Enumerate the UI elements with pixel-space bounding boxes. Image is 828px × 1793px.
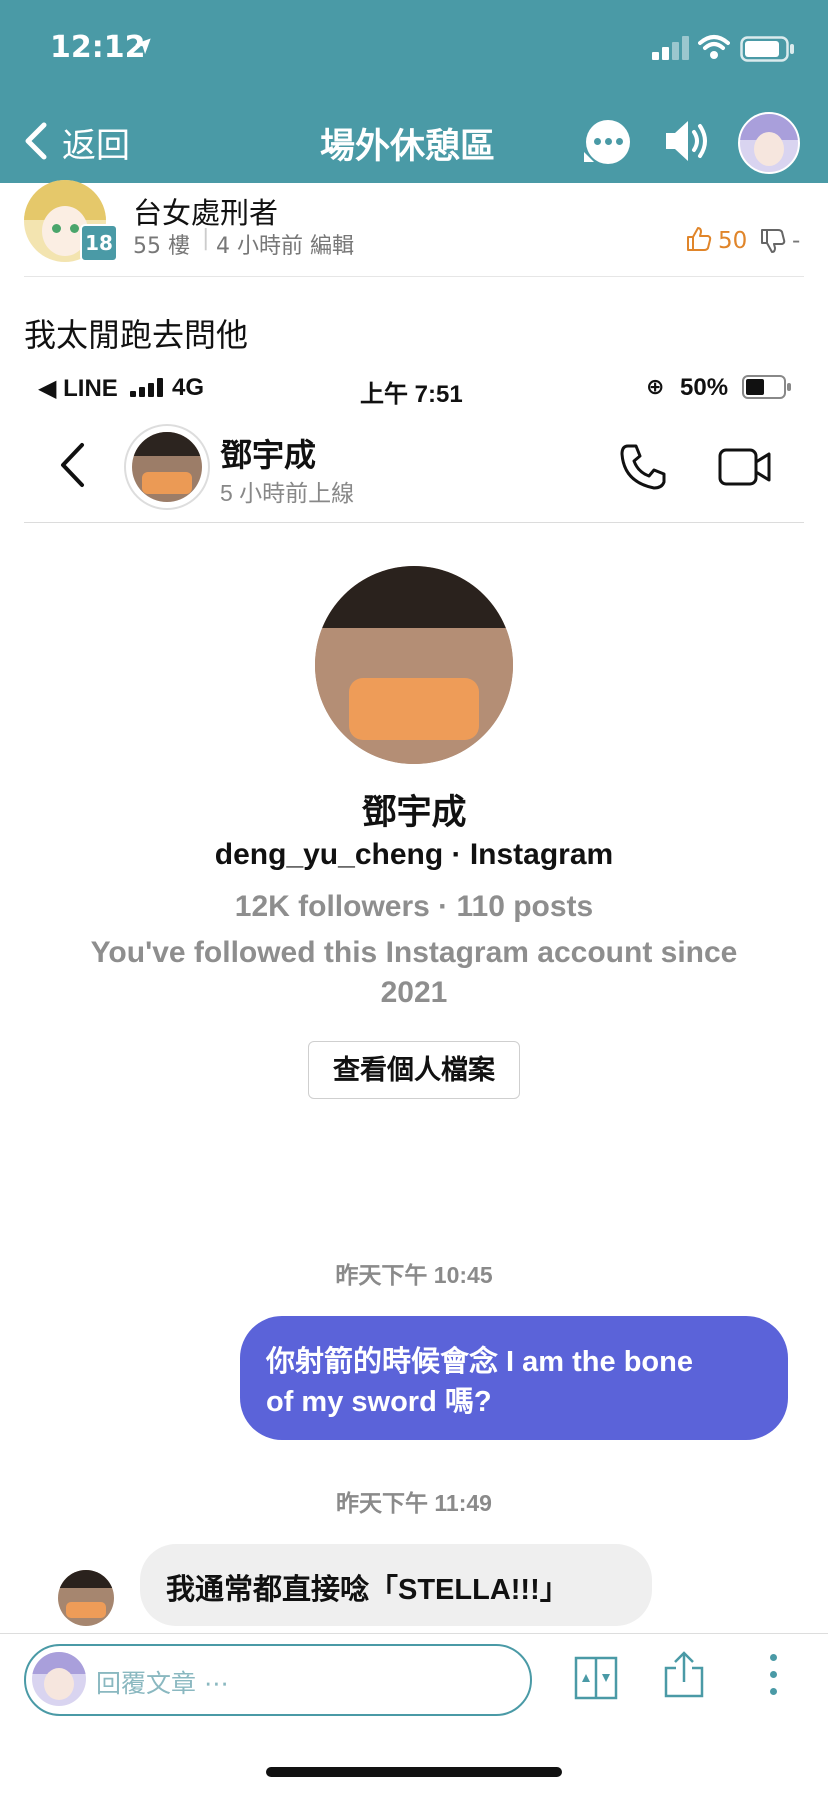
reply-input[interactable]: 回覆文章 ⋯ bbox=[24, 1644, 532, 1716]
message-timestamp: 昨天下午 10:45 bbox=[335, 1262, 493, 1288]
incoming-message-bubble[interactable]: 我通常都直接唸「STELLA!!!」 bbox=[140, 1544, 652, 1626]
contact-name: 鄧宇成 bbox=[220, 437, 317, 473]
home-indicator[interactable] bbox=[266, 1767, 562, 1777]
speaker-icon[interactable] bbox=[664, 118, 712, 164]
outgoing-message-bubble[interactable]: 你射箭的時候會念 I am the bone of my sword 嗎? bbox=[240, 1316, 788, 1440]
contact-avatar bbox=[132, 432, 202, 502]
avatar-mask bbox=[142, 472, 192, 494]
contact-last-seen: 5 小時前上線 bbox=[220, 480, 355, 506]
signal-icon bbox=[130, 377, 164, 397]
thumbs-down-icon[interactable] bbox=[760, 228, 786, 254]
author-avatar-eye bbox=[70, 224, 79, 233]
back-chevron-icon bbox=[25, 122, 47, 160]
inner-battery-text: 50% bbox=[680, 374, 729, 401]
floor-number: 55 樓 bbox=[133, 234, 190, 259]
user-avatar bbox=[32, 1652, 86, 1706]
author-avatar-eye bbox=[52, 224, 61, 233]
chat-bubble-tail bbox=[584, 152, 594, 162]
inner-time: 上午 7:51 bbox=[360, 381, 463, 408]
like-count: 50 bbox=[718, 228, 748, 254]
contact-avatar-ring[interactable] bbox=[124, 424, 210, 510]
post-body-text: 我太閒跑去問他 bbox=[24, 316, 249, 354]
signal-icon bbox=[652, 36, 692, 60]
profile-photo-hair bbox=[315, 566, 513, 628]
page-title: 場外休憩區 bbox=[320, 127, 496, 167]
follow-note-line-1: You've followed this Instagram account s… bbox=[90, 936, 738, 969]
status-time: 12:12 bbox=[50, 30, 146, 65]
dislike-count: - bbox=[792, 228, 801, 254]
avatar-hair bbox=[132, 432, 202, 456]
post-divider bbox=[24, 276, 804, 277]
inner-network: 4G bbox=[172, 374, 205, 401]
post-time: 4 小時前 編輯 bbox=[216, 234, 354, 259]
follow-note-line-2: 2021 bbox=[380, 976, 448, 1009]
phone-icon[interactable] bbox=[618, 442, 668, 492]
chat-header-divider bbox=[24, 522, 804, 523]
profile-stats: 12K followers · 110 posts bbox=[234, 890, 594, 923]
battery-icon bbox=[742, 375, 791, 399]
profile-photo[interactable] bbox=[315, 566, 513, 764]
rotation-lock-icon: ⊕ bbox=[646, 374, 665, 399]
reply-placeholder: 回覆文章 ⋯ bbox=[96, 1669, 229, 1698]
back-chevron-icon[interactable] bbox=[58, 442, 88, 488]
avatar-mask bbox=[66, 1602, 106, 1618]
battery-icon bbox=[740, 36, 794, 62]
view-profile-button[interactable]: 查看個人檔案 bbox=[308, 1041, 520, 1099]
message-timestamp: 昨天下午 11:49 bbox=[336, 1490, 492, 1516]
more-vertical-icon[interactable] bbox=[768, 1652, 778, 1698]
page-flip-icon[interactable] bbox=[574, 1656, 618, 1700]
user-avatar[interactable] bbox=[738, 112, 800, 174]
thumbs-up-icon[interactable] bbox=[686, 226, 712, 252]
app-header: 12:12 ➤ 返回 場外休憩區 bbox=[0, 0, 828, 183]
wifi-icon bbox=[698, 35, 730, 59]
back-button[interactable]: 返回 bbox=[22, 118, 142, 166]
inner-carrier: ◀ LINE bbox=[38, 375, 118, 402]
avatar-face bbox=[754, 132, 784, 166]
avatar-face bbox=[44, 1668, 74, 1700]
profile-handle: deng_yu_cheng · Instagram bbox=[214, 838, 614, 871]
back-label: 返回 bbox=[62, 126, 130, 166]
level-badge: 18 bbox=[80, 224, 118, 262]
share-icon[interactable] bbox=[662, 1650, 706, 1700]
profile-photo-mask bbox=[349, 678, 479, 740]
message-line-1: 你射箭的時候會念 I am the bone bbox=[266, 1346, 693, 1378]
reply-bar: 回覆文章 ⋯ bbox=[0, 1633, 828, 1793]
profile-name: 鄧宇成 bbox=[361, 793, 467, 832]
message-line-2: of my sword 嗎? bbox=[266, 1386, 492, 1418]
message-text: 我通常都直接唸「STELLA!!!」 bbox=[166, 1574, 569, 1606]
meta-separator: | bbox=[202, 226, 210, 251]
video-icon[interactable] bbox=[718, 444, 772, 490]
sender-avatar[interactable] bbox=[58, 1570, 114, 1626]
embedded-screenshot: ◀ LINE 4G 上午 7:51 ⊕ 50% 鄧宇成 5 小時前上線 鄧宇成 bbox=[0, 360, 828, 1633]
avatar-hair bbox=[58, 1570, 114, 1588]
